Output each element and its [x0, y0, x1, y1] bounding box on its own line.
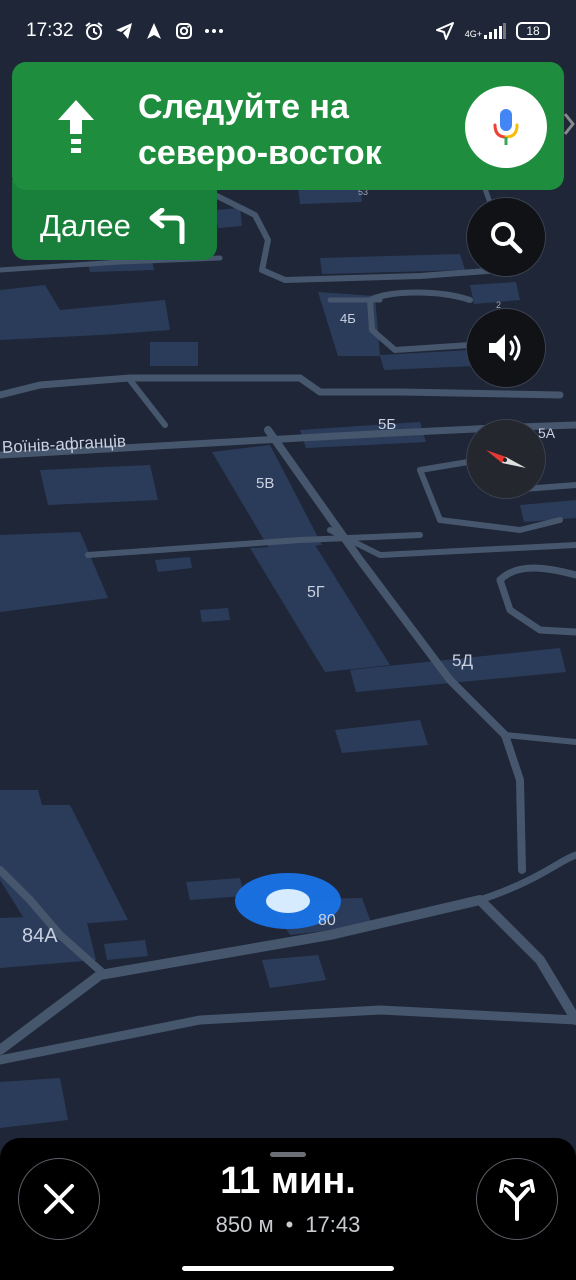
building-label: 5В	[256, 475, 275, 492]
more-dots-icon	[204, 21, 224, 41]
search-icon	[491, 222, 523, 254]
meta-separator: •	[285, 1212, 294, 1237]
instagram-icon	[174, 21, 194, 41]
battery-indicator: 18	[516, 22, 550, 40]
turn-left-icon	[149, 208, 185, 244]
building-label: 80	[318, 912, 336, 929]
compass-button[interactable]	[466, 419, 546, 499]
building-label: 4Б	[340, 311, 356, 326]
status-time: 17:32	[26, 20, 74, 41]
compass-icon	[486, 450, 526, 468]
alternate-routes-button[interactable]	[476, 1158, 558, 1240]
building-label: 84А	[22, 925, 58, 947]
home-indicator[interactable]	[182, 1266, 394, 1271]
next-label: Далее	[40, 208, 131, 243]
location-arrow-icon	[435, 21, 455, 41]
telegram-icon	[114, 21, 134, 41]
drag-handle[interactable]	[270, 1152, 306, 1157]
panel-edge-icon	[563, 113, 575, 135]
building-label: 5Д	[452, 651, 473, 670]
arrival-time: 17:43	[305, 1212, 361, 1237]
maneuver-instruction: Следуйте на северо-восток	[138, 88, 382, 172]
building-label: 5Б	[378, 416, 397, 433]
building-label: 5Г	[307, 584, 325, 601]
sound-toggle-button[interactable]	[466, 308, 546, 388]
search-along-route-button[interactable]	[466, 197, 546, 277]
signal-icon: 4G+	[465, 23, 506, 39]
trip-distance: 850 м	[215, 1212, 274, 1237]
navigation-icon	[144, 21, 164, 41]
status-bar: 17:32 4G+ 18	[0, 0, 576, 62]
alarm-icon	[84, 21, 104, 41]
mic-icon	[493, 109, 519, 145]
voice-search-button[interactable]	[465, 86, 547, 168]
arrow-straight-icon	[58, 100, 94, 153]
fork-routes-icon	[499, 1179, 535, 1221]
volume-icon	[489, 334, 521, 362]
network-type: 4G+	[464, 29, 482, 39]
